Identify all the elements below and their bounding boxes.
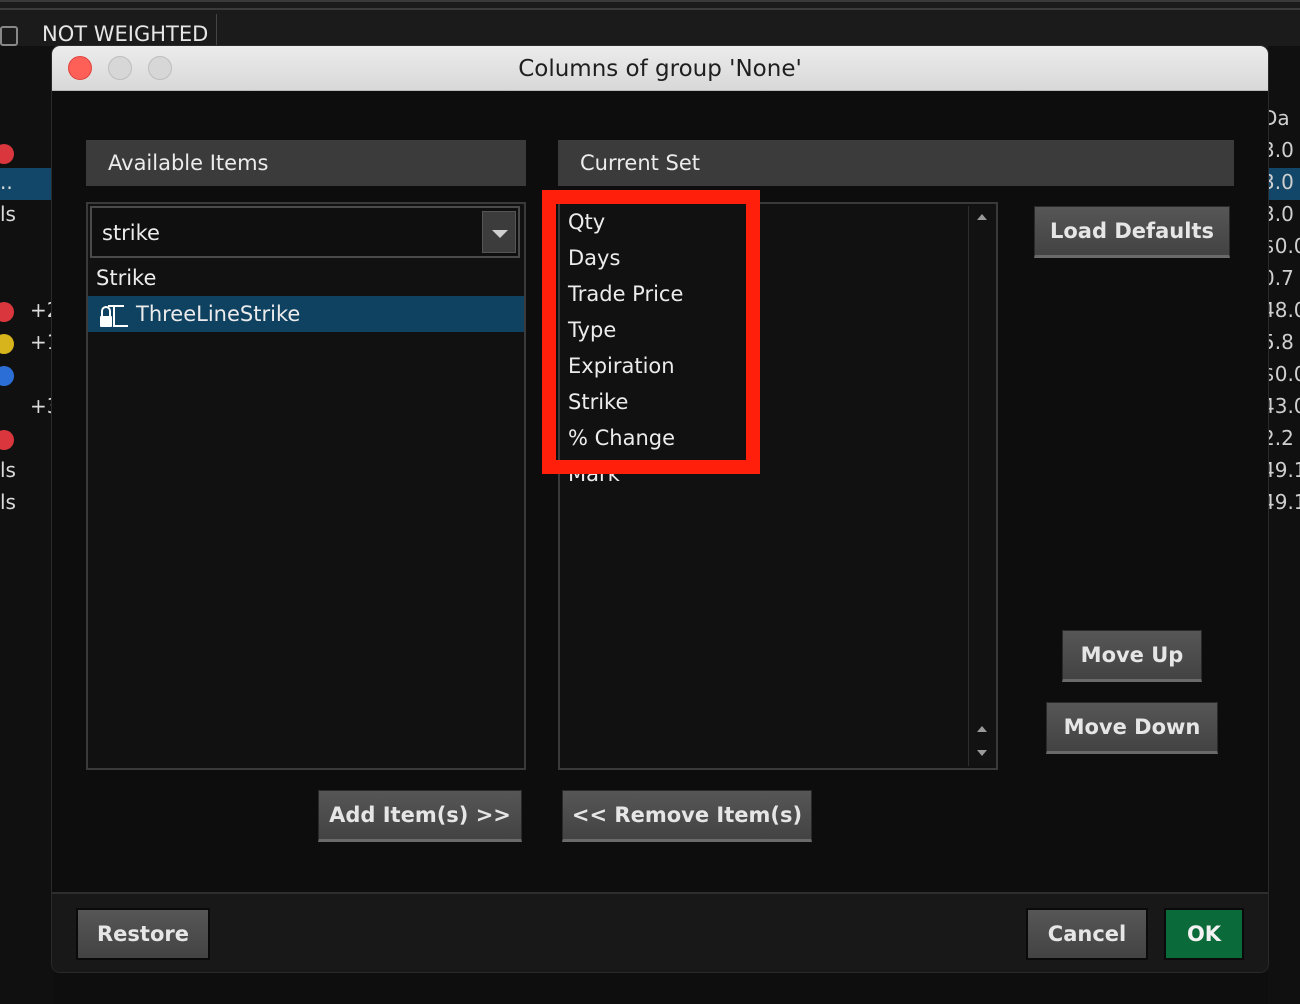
weighting-label[interactable]: NOT WEIGHTED — [42, 22, 208, 46]
cancel-button[interactable]: Cancel — [1026, 908, 1148, 960]
right-cell: Da — [1268, 106, 1290, 130]
current-set-scrollbar[interactable] — [968, 206, 995, 766]
available-search-input[interactable] — [100, 218, 484, 248]
move-down-button[interactable]: Move Down — [1046, 702, 1218, 754]
scroll-down-icon[interactable] — [977, 750, 987, 756]
right-cell: $0.0 — [1268, 362, 1300, 386]
lightning-icon[interactable] — [0, 26, 18, 46]
left-cell: ls — [0, 202, 16, 226]
right-cell: 3.0 — [1268, 202, 1294, 226]
annotation-highlight-box — [542, 190, 760, 474]
search-dropdown-button[interactable] — [482, 211, 516, 253]
add-items-button[interactable]: Add Item(s) >> — [318, 790, 522, 842]
right-cell: 5.8 — [1268, 330, 1294, 354]
available-items-header: Available Items — [86, 140, 526, 186]
status-icon — [0, 430, 14, 450]
status-icon — [0, 144, 14, 164]
status-icon — [0, 302, 14, 322]
move-up-button[interactable]: Move Up — [1062, 630, 1202, 682]
remove-items-button[interactable]: << Remove Item(s) — [562, 790, 812, 842]
available-item-label: ThreeLineStrike — [136, 302, 301, 326]
available-item-selected[interactable]: ThreeLineStrike — [88, 296, 524, 332]
left-cell: ls — [0, 458, 16, 482]
left-cell: .. — [0, 170, 13, 194]
dialog-title: Columns of group 'None' — [518, 56, 802, 82]
dialog-titlebar[interactable]: Columns of group 'None' — [52, 46, 1268, 91]
right-cell: 2.2 — [1268, 426, 1294, 450]
right-cell: 0.7 — [1268, 266, 1294, 290]
toolbar-divider — [0, 8, 1300, 10]
right-cell: 3.0 — [1268, 138, 1294, 162]
background-left-column: .. ls +2 +1 +3 ls ls — [0, 46, 59, 1004]
status-icon — [0, 366, 14, 386]
background-toolbar: NOT WEIGHTED — [0, 0, 1300, 48]
left-cell: ls — [0, 490, 16, 514]
load-defaults-button[interactable]: Load Defaults — [1034, 206, 1230, 258]
available-search-combobox[interactable] — [90, 206, 520, 258]
lock-icon — [100, 305, 128, 327]
right-cell: 49.1 — [1268, 458, 1300, 482]
right-cell: 3.0 — [1268, 170, 1294, 194]
scroll-up-icon[interactable] — [977, 214, 987, 220]
chevron-down-icon — [492, 230, 508, 238]
scroll-up-icon[interactable] — [977, 726, 987, 732]
status-icon — [0, 334, 14, 354]
available-item[interactable]: Strike — [88, 260, 524, 296]
right-cell: 48.0 — [1268, 298, 1300, 322]
columns-dialog: Columns of group 'None' Available Items … — [52, 46, 1268, 972]
right-cell: 49.1 — [1268, 490, 1300, 514]
restore-button[interactable]: Restore — [76, 908, 210, 960]
current-set-header: Current Set — [558, 140, 1234, 186]
right-cell: 43.0 — [1268, 394, 1300, 418]
ok-button[interactable]: OK — [1164, 908, 1244, 960]
toolbar-separator — [216, 14, 217, 48]
background-right-column: Da 3.0 3.0 3.0 $0.0 0.7 48.0 5.8 $0.0 43… — [1268, 46, 1300, 1004]
right-cell: $0.0 — [1268, 234, 1300, 258]
